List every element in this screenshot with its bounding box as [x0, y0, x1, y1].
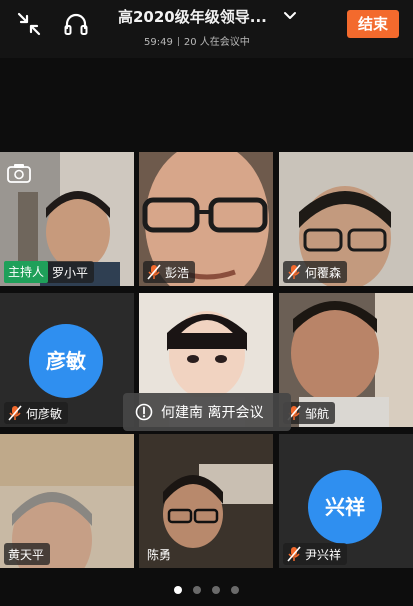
- video-tile[interactable]: 邹航: [279, 293, 413, 427]
- participant-name-tag: 彭浩: [143, 261, 196, 283]
- host-badge: 主持人: [4, 261, 49, 283]
- participant-name-tag: 主持人 罗小平: [4, 261, 95, 283]
- participant-name-tag: 何覆森: [283, 261, 348, 283]
- page-dot-4[interactable]: [231, 586, 239, 594]
- avatar: 彦敏: [29, 324, 103, 398]
- page-indicator: [0, 586, 413, 594]
- participant-name-tag: 何彦敏: [4, 402, 69, 424]
- video-tile[interactable]: 兴祥 尹兴祥: [279, 434, 413, 568]
- page-dot-3[interactable]: [212, 586, 220, 594]
- mic-muted-icon: [287, 546, 301, 562]
- video-tile[interactable]: 黄天平: [0, 434, 134, 568]
- mic-muted-icon: [287, 264, 301, 280]
- video-tile[interactable]: 主持人 罗小平: [0, 152, 134, 286]
- participant-name-tag: 黄天平: [4, 543, 51, 565]
- participant-name-tag: 尹兴祥: [283, 543, 348, 565]
- meeting-timer: 59:49: [144, 37, 173, 48]
- toast-text: 何建南 离开会议: [161, 405, 264, 421]
- video-tile[interactable]: 彦敏 何彦敏: [0, 293, 134, 427]
- avatar: 兴祥: [308, 470, 382, 544]
- participant-name: 陈勇: [147, 547, 172, 562]
- participant-name: 罗小平: [52, 265, 89, 280]
- info-icon: [135, 403, 153, 421]
- video-tile[interactable]: 陈勇: [139, 434, 273, 568]
- meeting-header: 高2020级年级领导... 59:49 20 人在会议中 结束: [0, 0, 413, 58]
- headphones-icon[interactable]: [62, 10, 90, 38]
- meeting-title-area[interactable]: 高2020级年级领导... 59:49 20 人在会议中: [118, 6, 308, 48]
- participant-name: 尹兴祥: [305, 547, 342, 562]
- participant-name-tag: 陈勇: [143, 543, 177, 565]
- video-tile[interactable]: 何覆森: [279, 152, 413, 286]
- participant-name: 黄天平: [8, 547, 45, 562]
- participant-name: 邹航: [305, 406, 330, 421]
- camera-switch-icon[interactable]: [6, 162, 32, 184]
- chevron-down-icon[interactable]: [282, 8, 298, 24]
- participant-name: 彭浩: [165, 265, 190, 280]
- end-meeting-button[interactable]: 结束: [347, 10, 399, 38]
- participant-name: 何覆森: [305, 265, 342, 280]
- meeting-title: 高2020级年级领导...: [118, 8, 267, 26]
- participant-left-toast: 何建南 离开会议: [123, 393, 291, 431]
- minimize-icon[interactable]: [15, 10, 43, 38]
- mic-muted-icon: [8, 405, 22, 421]
- page-dot-1[interactable]: [174, 586, 182, 594]
- participant-name: 何彦敏: [26, 406, 63, 421]
- page-dot-2[interactable]: [193, 586, 201, 594]
- mic-muted-icon: [147, 264, 161, 280]
- video-tile[interactable]: 彭浩: [139, 152, 273, 286]
- participant-count: 20 人在会议中: [183, 37, 250, 48]
- meeting-status: 59:49 20 人在会议中: [118, 33, 308, 48]
